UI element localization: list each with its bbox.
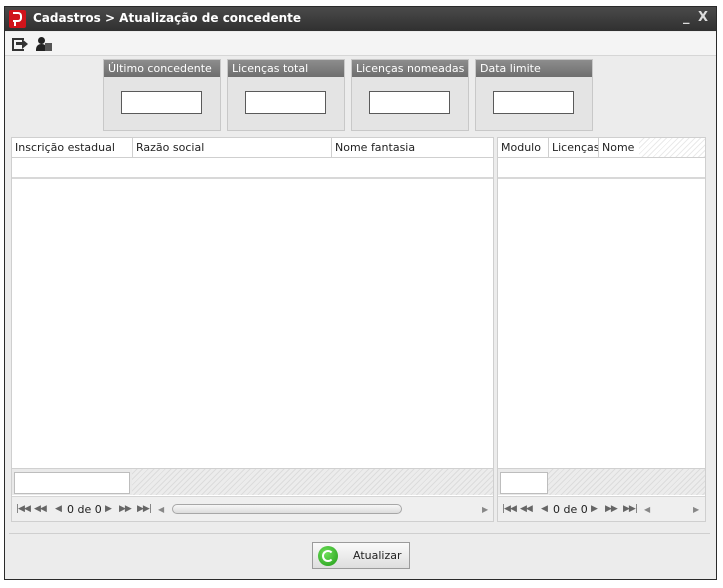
app-logo-icon: [9, 10, 26, 28]
ultimo-concedente-field[interactable]: [121, 91, 202, 114]
licencas-nomeadas-field[interactable]: [369, 91, 450, 114]
record-counter: 0 de 0: [553, 503, 588, 516]
toolbar: [5, 32, 716, 56]
next-page-icon[interactable]: ▶▶: [119, 504, 132, 514]
close-button[interactable]: X: [698, 10, 708, 25]
grid-navigator: |◀◀ ◀◀ ◀ 0 de 0 ▶ ▶▶ ▶▶| ◀ ▶: [498, 496, 705, 521]
modulos-grid: Modulo Licenças Nome |◀◀ ◀◀ ◀ 0 de 0 ▶ ▶…: [497, 137, 706, 522]
column-header-licencas[interactable]: Licenças: [549, 138, 599, 158]
stat-panel-ultimo-concedente: Último concedente: [103, 59, 221, 131]
column-header-inscricao-estadual[interactable]: Inscrição estadual: [12, 138, 133, 158]
column-header-nome[interactable]: Nome: [599, 138, 639, 158]
refresh-icon: [318, 546, 338, 566]
grid-navigator: |◀◀ ◀◀ ◀ 0 de 0 ▶ ▶▶ ▶▶| ◀ ▶: [12, 496, 493, 521]
title-bar: Cadastros > Atualização de concedente _ …: [5, 7, 716, 31]
update-button[interactable]: Atualizar: [312, 542, 410, 569]
stat-panel-licencas-nomeadas: Licenças nomeadas: [351, 59, 469, 131]
update-button-label: Atualizar: [353, 549, 402, 562]
footer-summary-field[interactable]: [500, 472, 548, 494]
grid-footer: [498, 468, 705, 495]
exit-icon[interactable]: [12, 37, 28, 52]
scroll-right-icon[interactable]: ▶: [482, 505, 488, 514]
filter-row[interactable]: [12, 159, 493, 179]
main-window: Cadastros > Atualização de concedente _ …: [4, 6, 717, 580]
grid-data-area[interactable]: [12, 181, 493, 467]
window-title: Cadastros > Atualização de concedente: [33, 11, 301, 25]
scroll-right-icon[interactable]: ▶: [693, 505, 699, 514]
previous-page-icon[interactable]: ◀◀: [34, 504, 47, 514]
column-header-modulo[interactable]: Modulo: [498, 138, 549, 158]
previous-record-icon[interactable]: ◀: [55, 504, 62, 514]
next-record-icon[interactable]: ▶: [105, 504, 112, 514]
user-icon[interactable]: [35, 37, 53, 52]
stat-panel-licencas-total: Licenças total: [227, 59, 345, 131]
grid-footer: [12, 468, 493, 495]
stat-label: Último concedente: [104, 60, 220, 77]
previous-record-icon[interactable]: ◀: [541, 504, 548, 514]
footer-summary-field[interactable]: [14, 472, 130, 494]
grid-data-area[interactable]: [498, 181, 705, 467]
first-page-icon[interactable]: |◀◀: [16, 504, 31, 514]
scroll-left-icon[interactable]: ◀: [158, 505, 164, 514]
concedentes-grid: Inscrição estadual Razão social Nome fan…: [11, 137, 494, 522]
next-record-icon[interactable]: ▶: [591, 504, 598, 514]
horizontal-scrollbar[interactable]: [172, 504, 402, 514]
column-header-nome-fantasia[interactable]: Nome fantasia: [332, 138, 493, 158]
first-page-icon[interactable]: |◀◀: [502, 504, 517, 514]
record-counter: 0 de 0: [67, 503, 102, 516]
column-header-razao-social[interactable]: Razão social: [133, 138, 332, 158]
next-page-icon[interactable]: ▶▶: [605, 504, 618, 514]
licencas-total-field[interactable]: [245, 91, 326, 114]
scroll-left-icon[interactable]: ◀: [644, 505, 650, 514]
data-limite-field[interactable]: [493, 91, 574, 114]
stat-label: Licenças nomeadas: [352, 60, 468, 77]
stat-panel-data-limite: Data limite: [475, 59, 593, 131]
stat-label: Data limite: [476, 60, 592, 77]
minimize-button[interactable]: _: [683, 10, 690, 25]
stat-label: Licenças total: [228, 60, 344, 77]
previous-page-icon[interactable]: ◀◀: [520, 504, 533, 514]
footer-divider: [9, 533, 710, 534]
last-page-icon[interactable]: ▶▶|: [623, 504, 638, 514]
filter-row[interactable]: [498, 159, 705, 179]
last-page-icon[interactable]: ▶▶|: [137, 504, 152, 514]
